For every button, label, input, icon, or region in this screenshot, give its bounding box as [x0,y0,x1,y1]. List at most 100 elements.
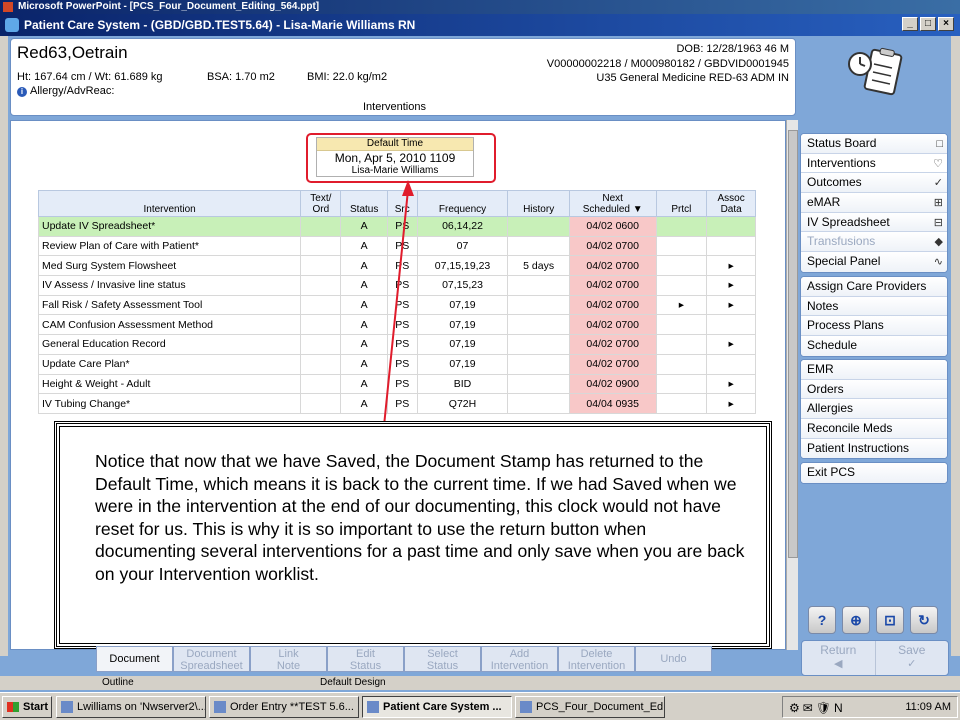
col-history[interactable]: History [507,190,570,217]
intervention-name: Height & Weight - Adult [37,373,302,395]
document-button[interactable]: Document [96,646,173,672]
assoc-data-cell: ▸ [706,275,756,296]
delete-intervention-button[interactable]: Delete Intervention [558,646,635,672]
select-status-button[interactable]: Select Status [404,646,481,672]
history-cell [507,314,570,336]
lock-icon[interactable]: ⊡ [876,606,904,634]
intervention-name: Med Surg System Flowsheet [37,255,302,277]
return-button[interactable]: Return ◀ [802,641,876,675]
col-next-scheduled[interactable]: Next Scheduled ▼ [568,190,657,217]
col-assoc-data[interactable]: Assoc Data [706,190,756,217]
sidebar-item-process-plans[interactable]: Process Plans [801,316,947,337]
assoc-data-cell: ▸ [706,393,756,414]
text-ord-cell [300,235,342,257]
sidebar-item-emar[interactable]: eMAR ⊞ [801,193,947,213]
edit-status-button[interactable]: Edit Status [327,646,404,672]
sidebar-item-assign-care-providers[interactable]: Assign Care Providers [801,277,947,297]
powerpoint-title: Microsoft PowerPoint - [PCS_Four_Documen… [18,1,320,12]
sidebar-item-label: Assign Care Providers [807,279,927,293]
network-icon[interactable]: ⊕ [842,606,870,634]
text-ord-cell [300,353,342,375]
text-ord-cell [300,314,342,336]
history-cell [507,393,570,414]
help-icon[interactable]: ? [808,606,836,634]
info-icon: i [17,87,27,97]
sidebar-item-label: EMR [807,362,834,376]
sidebar-item-special-panel[interactable]: Special Panel ∿ [801,252,947,272]
sidebar-item-notes[interactable]: Notes [801,296,947,317]
sidebar-item-emr[interactable]: EMR [801,360,947,380]
sidebar-item-status-board[interactable]: Status Board □ [801,134,947,154]
next-scheduled-cell: 04/02 0700 [568,294,657,316]
page-title: Interventions [363,101,426,113]
sidebar-item-orders[interactable]: Orders [801,379,947,400]
outline-tab[interactable]: Outline [102,677,134,688]
close-button[interactable]: × [938,17,954,31]
frequency-cell: 07 [416,235,509,257]
history-cell: 5 days [507,255,570,277]
next-scheduled-cell: 04/02 0600 [568,216,657,237]
bsa: BSA: 1.70 m2 [207,71,275,83]
assoc-data-cell [706,314,756,336]
vertical-scrollbar[interactable] [786,120,798,650]
taskbar-item[interactable]: PCS_Four_Document_Ed... [515,696,665,718]
sidebar-item-outcomes[interactable]: Outcomes ✓ [801,173,947,194]
start-button[interactable]: Start [2,696,52,718]
frequency-cell: 07,19 [416,334,509,355]
sidebar-item-iv-spreadsheet[interactable]: IV Spreadsheet ⊟ [801,212,947,233]
protocol-cell [655,373,708,395]
sidebar-item-patient-instructions[interactable]: Patient Instructions [801,438,947,459]
next-scheduled-cell: 04/02 0900 [568,373,657,395]
intervention-name: Update Care Plan* [37,353,302,375]
protocol-cell [655,216,708,237]
allergy-link[interactable]: i Allergy/AdvReac: [17,85,114,97]
frequency-cell: 07,15,19,23 [416,255,509,277]
next-scheduled-cell: 04/02 0700 [568,353,657,375]
assoc-data-cell [706,235,756,257]
col-text-ord[interactable]: Text/Ord [300,190,342,217]
scroll-thumb[interactable] [788,130,798,558]
taskbar-item[interactable]: Order Entry **TEST 5.6... [209,696,359,718]
pcs-title: Patient Care System - (GBD/GBD.TEST5.64)… [24,18,416,32]
link-note-button[interactable]: Link Note [250,646,327,672]
assoc-data-cell [706,216,756,237]
protocol-cell [655,393,708,414]
sidebar-item-icon: ∿ [933,256,943,269]
taskbar-item[interactable]: Patient Care System ... [362,696,512,718]
refresh-icon[interactable]: ↻ [910,606,938,634]
powerpoint-icon [3,2,13,12]
powerpoint-title-bar: Microsoft PowerPoint - [PCS_Four_Documen… [0,0,960,14]
sidebar-item-label: Patient Instructions [807,440,910,455]
patient-banner: Red63,Oetrain Ht: 167.64 cm / Wt: 61.689… [10,38,796,116]
undo-button[interactable]: Undo [635,646,712,672]
maximize-button[interactable]: □ [920,17,936,31]
clock: 11:09 AM [905,701,951,713]
sidebar-item-reconcile-meds[interactable]: Reconcile Meds [801,419,947,439]
sidebar-item-schedule[interactable]: Schedule [801,336,947,356]
save-button[interactable]: Save ✓ [876,641,949,675]
sidebar-item-label: Orders [807,381,844,396]
sidebar-item-allergies[interactable]: Allergies [801,399,947,420]
add-intervention-button[interactable]: Add Intervention [481,646,558,672]
sidebar-item-interventions[interactable]: Interventions ♡ [801,153,947,174]
ppt-right-edge [951,36,960,656]
text-ord-cell [300,393,342,414]
next-scheduled-cell: 04/02 0700 [568,314,657,336]
sidebar-item-transfusions[interactable]: Transfusions ◆ [801,232,947,253]
col-intervention[interactable]: Intervention [37,190,302,217]
action-toolbar: Document Document Spreadsheet Link Note Edit S… [96,646,712,672]
text-ord-cell [300,255,342,277]
col-frequency[interactable]: Frequency [416,190,509,217]
minimize-button[interactable]: _ [902,17,918,31]
exit-pcs-button[interactable]: Exit PCS [801,463,947,483]
sidebar-item-icon: ♡ [933,157,943,170]
taskbar-item[interactable]: Lwilliams on 'Nwserver2\... [56,696,206,718]
document-spreadsheet-button[interactable]: Document Spreadsheet [173,646,250,672]
return-arrow-icon: ◀ [834,658,843,670]
next-scheduled-cell: 04/02 0700 [568,235,657,257]
sidebar-item-label: Outcomes [807,175,862,190]
history-cell [507,275,570,296]
col-prtcl[interactable]: Prtcl [655,190,708,217]
red-arrow-annotation [383,180,414,427]
intervention-name: IV Tubing Change* [37,393,302,414]
